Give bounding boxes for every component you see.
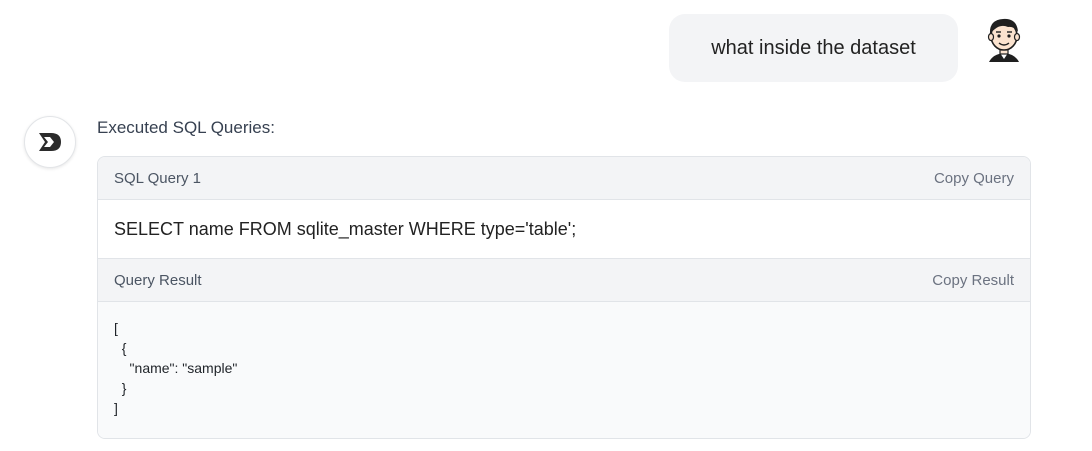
assistant-logo-icon xyxy=(39,133,61,151)
sql-statement: SELECT name FROM sqlite_master WHERE typ… xyxy=(114,218,577,239)
sql-query-card: SQL Query 1 Copy Query SELECT name FROM … xyxy=(97,156,1031,439)
sql-query-text: SELECT name FROM sqlite_master WHERE typ… xyxy=(98,200,1030,259)
chat-page: what inside the dataset Executed SQL Que… xyxy=(0,0,1092,451)
query-result-header: Query Result Copy Result xyxy=(98,259,1030,302)
user-message-bubble: what inside the dataset xyxy=(669,14,958,82)
copy-query-button[interactable]: Copy Query xyxy=(934,170,1014,187)
copy-result-button[interactable]: Copy Result xyxy=(932,272,1014,289)
query-result-body: [ { "name": "sample" } ] xyxy=(98,302,1030,438)
query-result-json: [ { "name": "sample" } ] xyxy=(114,320,238,416)
executed-queries-label: Executed SQL Queries: xyxy=(97,118,275,137)
user-message-text: what inside the dataset xyxy=(711,36,916,59)
query-result-title: Query Result xyxy=(114,271,202,289)
sql-query-header: SQL Query 1 Copy Query xyxy=(98,157,1030,200)
sql-query-title: SQL Query 1 xyxy=(114,169,201,187)
assistant-avatar xyxy=(24,116,76,168)
user-avatar-icon xyxy=(981,14,1027,66)
